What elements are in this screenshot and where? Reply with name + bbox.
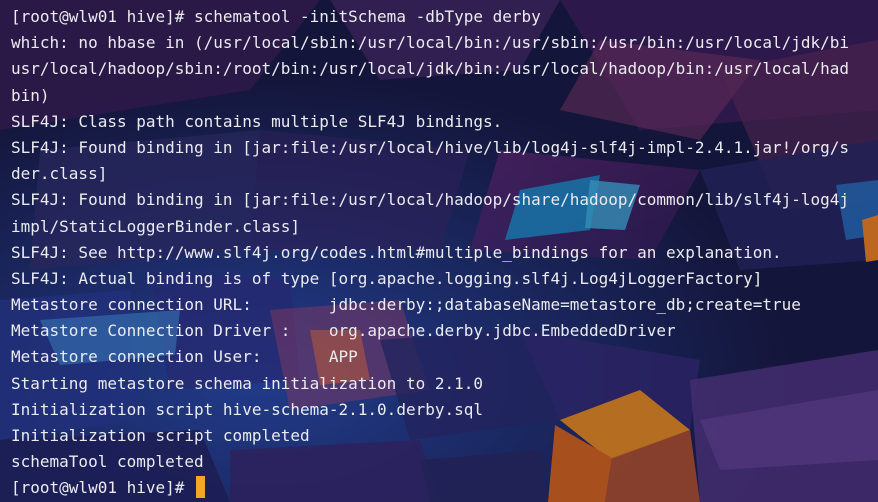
shell-prompt: [root@wlw01 hive]# <box>11 478 195 498</box>
terminal-line: SLF4J: Found binding in [jar:file:/usr/l… <box>11 190 850 210</box>
terminal-line: SLF4J: Class path contains multiple SLF4… <box>11 111 503 131</box>
terminal-line: der.class] <box>11 164 108 184</box>
terminal-line: [root@wlw01 hive]# schematool -initSchem… <box>11 7 541 26</box>
terminal-line: schemaTool completed <box>11 452 204 472</box>
terminal-line: impl/StaticLoggerBinder.class] <box>11 216 300 236</box>
terminal-line: Metastore connection URL: jdbc:derby:;da… <box>11 295 801 315</box>
terminal-line: Starting metastore schema initialization… <box>11 373 484 393</box>
terminal-line: Initialization script completed <box>11 426 310 445</box>
terminal-line: Metastore Connection Driver : org.apache… <box>11 321 676 341</box>
terminal-line: which: no hbase in (/usr/local/sbin:/usr… <box>11 33 850 53</box>
terminal-line: bin) <box>11 85 50 105</box>
terminal-line: SLF4J: Actual binding is of type [org.ap… <box>11 268 763 288</box>
terminal-line: Initialization script hive-schema-2.1.0.… <box>11 399 484 419</box>
terminal-prompt-line[interactable]: [root@wlw01 hive]# <box>11 475 878 501</box>
text-cursor <box>196 476 206 499</box>
terminal-line: usr/local/hadoop/sbin:/root/bin:/usr/loc… <box>11 59 850 79</box>
terminal-line: SLF4J: See http://www.slf4j.org/codes.ht… <box>11 242 782 262</box>
terminal-window[interactable]: [root@wlw01 hive]# schematool -initSchem… <box>0 0 878 502</box>
terminal-line: Metastore connection User: APP <box>11 347 358 367</box>
terminal-line: SLF4J: Found binding in [jar:file:/usr/l… <box>11 137 850 157</box>
